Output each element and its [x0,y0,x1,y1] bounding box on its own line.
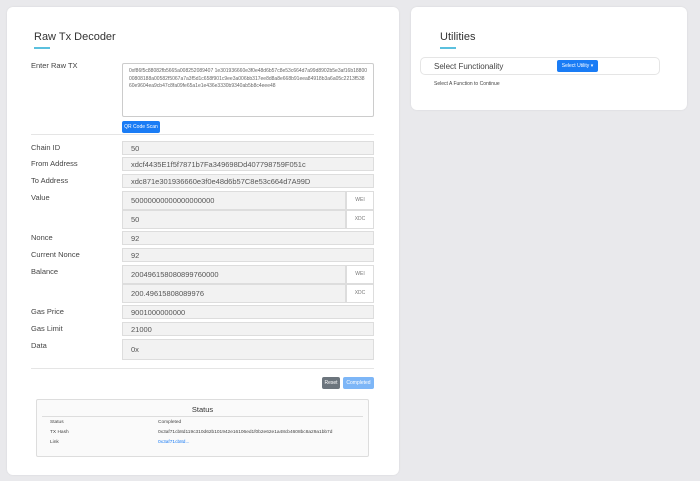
title-underline [440,47,456,49]
caret-down-icon: ▾ [590,63,594,69]
divider [31,368,374,369]
data-label: Data [31,341,47,350]
value-label: Value [31,193,50,202]
divider [42,416,363,417]
link-label: Link [50,440,59,445]
divider [31,134,374,135]
tx-hash-value: 0x3af71cb8d119c310d62b101942e16106ed1f0b… [158,430,333,435]
select-functionality-row: Select Functionality Select Utility ▾ [420,57,660,75]
gas-limit-label: Gas Limit [31,324,63,333]
data-field[interactable]: 0x [122,339,374,360]
select-utility-label: Select Utility [561,63,590,69]
xdc-unit: XDC [346,210,374,229]
reset-button[interactable]: Reset [322,377,340,389]
xdc-unit: XDC [346,284,374,303]
from-address-field[interactable]: xdcf4435E1f5f7871b7Fa349698Dd407798759F0… [122,157,374,171]
wei-unit: WEI [346,191,374,210]
nonce-field[interactable]: 92 [122,231,374,245]
balance-label: Balance [31,267,59,276]
current-nonce-field[interactable]: 92 [122,248,374,262]
completed-button[interactable]: Completed [343,377,374,389]
value-xdc-field[interactable]: 50 [122,210,346,229]
utilities-card: Utilities Select Functionality Select Ut… [411,7,687,110]
status-row-label: Status [50,420,64,425]
utility-hint: Select A Function to Continue [434,81,500,87]
qr-code-scan-button[interactable]: QR Code Scan [122,121,160,133]
gas-price-field[interactable]: 9001000000000 [122,305,374,319]
select-functionality-label: Select Functionality [434,62,504,71]
gas-price-label: Gas Price [31,307,64,316]
status-value: Completed [158,420,182,425]
utilities-title: Utilities [440,31,476,43]
balance-wei-field[interactable]: 200496158080899760000 [122,265,346,284]
decoder-title: Raw Tx Decoder [34,31,116,43]
chain-id-field[interactable]: 50 [122,141,374,155]
from-address-label: From Address [31,159,78,168]
balance-xdc-field[interactable]: 200.49615808089976 [122,284,346,303]
to-address-label: To Address [31,176,69,185]
chain-id-label: Chain ID [31,143,61,152]
raw-tx-textarea[interactable]: 0xf86f5c88082fb5665a008252089407 1e30193… [122,63,374,117]
raw-tx-label: Enter Raw TX [31,61,78,70]
title-underline [34,47,50,49]
to-address-field[interactable]: xdc871e301936660e3f0e48d6b57C8e53c664d7A… [122,174,374,188]
gas-limit-field[interactable]: 21000 [122,322,374,336]
status-panel: Status Status Completed TX Hash 0x3af71c… [36,399,369,457]
current-nonce-label: Current Nonce [31,250,80,259]
wei-unit: WEI [346,265,374,284]
status-title: Status [191,405,214,414]
tx-hash-label: TX Hash [50,430,69,435]
nonce-label: Nonce [31,233,53,242]
value-wei-field[interactable]: 50000000000000000000 [122,191,346,210]
raw-tx-decoder-card: Raw Tx Decoder Enter Raw TX 0xf86f5c8808… [7,7,399,475]
tx-link[interactable]: 0x3af71cb8d... [158,440,189,445]
select-utility-dropdown[interactable]: Select Utility ▾ [557,60,598,72]
